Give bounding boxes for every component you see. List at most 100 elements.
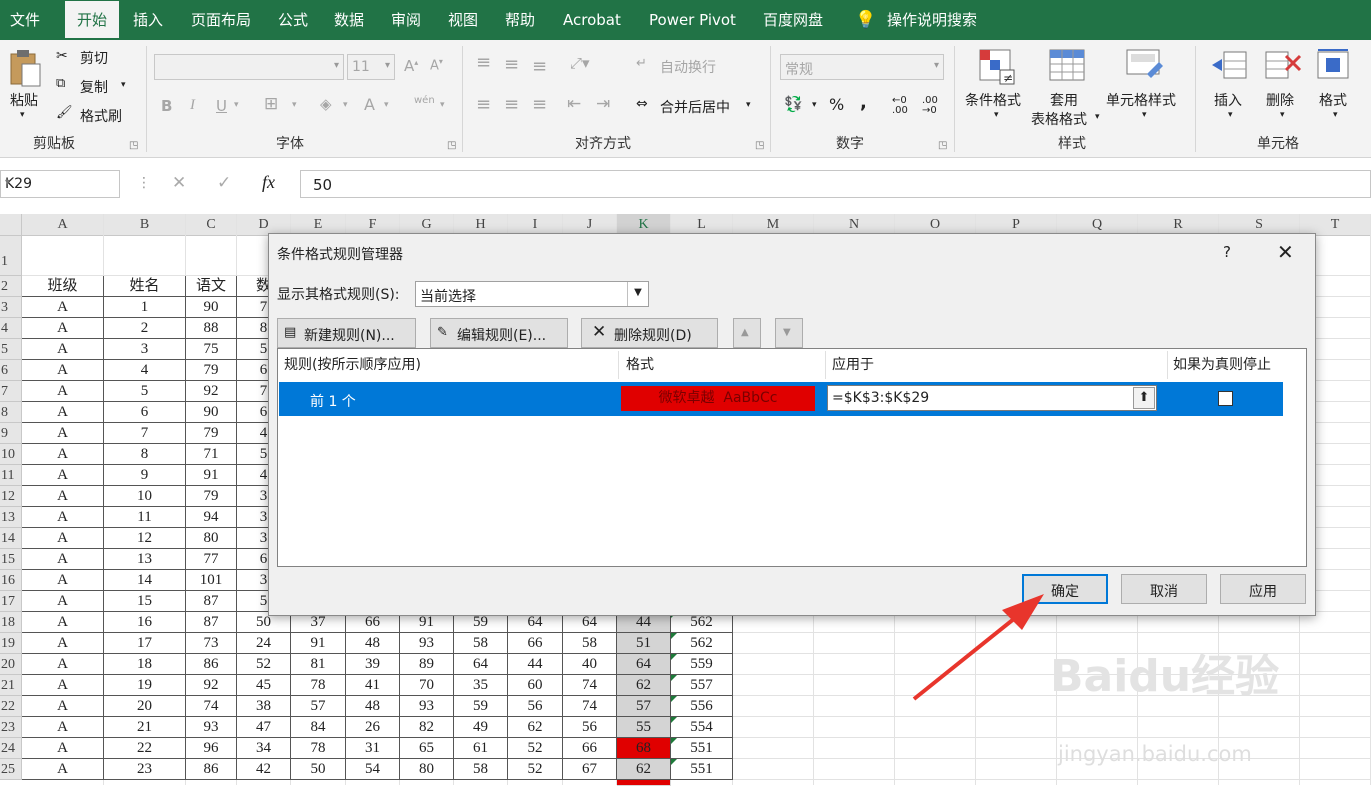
row-header[interactable]: 8 xyxy=(0,402,22,423)
align-middle-icon[interactable]: ≡ xyxy=(504,54,519,75)
tab-view[interactable]: 视图 xyxy=(448,0,478,40)
cell[interactable]: 21 xyxy=(104,717,186,738)
increase-decimal-icon[interactable]: ←0.00 xyxy=(892,96,908,116)
cell[interactable]: 56 xyxy=(508,696,563,717)
cell[interactable]: 78 xyxy=(291,675,346,696)
row-header[interactable]: 16 xyxy=(0,570,22,591)
tab-formulas[interactable]: 公式 xyxy=(278,0,308,40)
italic-button[interactable]: I xyxy=(190,97,195,114)
row-header[interactable]: 3 xyxy=(0,297,22,318)
row-header[interactable]: 17 xyxy=(0,591,22,612)
cell[interactable]: A xyxy=(22,507,104,528)
cell[interactable]: 78 xyxy=(291,738,346,759)
tab-page-layout[interactable]: 页面布局 xyxy=(191,0,251,40)
cell[interactable]: 70 xyxy=(400,675,454,696)
format-cells-button[interactable]: 格式 xyxy=(1319,90,1347,110)
number-launcher-icon[interactable]: ◳ xyxy=(938,140,947,151)
cell[interactable]: 20 xyxy=(104,696,186,717)
stop-if-true-checkbox[interactable] xyxy=(1218,391,1233,406)
cell[interactable]: 90 xyxy=(186,402,237,423)
cell[interactable]: A xyxy=(22,675,104,696)
cell[interactable]: 3 xyxy=(104,339,186,360)
cell[interactable]: 18 xyxy=(104,654,186,675)
row-header[interactable]: 15 xyxy=(0,549,22,570)
cell[interactable]: 79 xyxy=(186,360,237,381)
cell[interactable]: 94 xyxy=(186,507,237,528)
select-all-corner[interactable] xyxy=(0,214,22,236)
cell[interactable]: A xyxy=(22,717,104,738)
underline-button[interactable]: U xyxy=(216,97,227,115)
bold-button[interactable]: B xyxy=(161,97,172,115)
move-up-button[interactable]: ▲ xyxy=(733,318,761,348)
cell[interactable]: 1 xyxy=(104,297,186,318)
header-cell[interactable]: 语文 xyxy=(186,276,237,297)
align-left-icon[interactable]: ≡ xyxy=(476,94,491,115)
cell[interactable]: 57 xyxy=(617,696,671,717)
tab-home[interactable]: 开始 xyxy=(65,1,119,40)
cell[interactable]: A xyxy=(22,318,104,339)
cell[interactable]: 57 xyxy=(291,696,346,717)
cell-styles-button[interactable]: 单元格样式 xyxy=(1106,90,1176,110)
cell[interactable]: A xyxy=(22,423,104,444)
cell[interactable]: A xyxy=(22,591,104,612)
cell[interactable]: 90 xyxy=(186,297,237,318)
row-header[interactable]: 21 xyxy=(0,675,22,696)
row-header[interactable]: 12 xyxy=(0,486,22,507)
header-cell[interactable]: 班级 xyxy=(22,276,104,297)
font-color-chevron-icon[interactable]: ▾ xyxy=(384,100,389,110)
cell[interactable]: 91 xyxy=(186,465,237,486)
cell[interactable]: 26 xyxy=(346,717,400,738)
tab-help[interactable]: 帮助 xyxy=(505,0,535,40)
cell[interactable]: 562 xyxy=(671,633,733,654)
cell[interactable]: 6 xyxy=(104,402,186,423)
cell[interactable]: A xyxy=(22,381,104,402)
tab-insert[interactable]: 插入 xyxy=(133,0,163,40)
fill-chevron-icon[interactable]: ▾ xyxy=(343,100,348,110)
row-header[interactable]: 20 xyxy=(0,654,22,675)
cell[interactable]: 52 xyxy=(508,738,563,759)
row-header[interactable]: 13 xyxy=(0,507,22,528)
cell[interactable]: 62 xyxy=(617,675,671,696)
tell-me-search[interactable]: 操作说明搜索 xyxy=(887,0,977,40)
cell[interactable]: 42 xyxy=(237,759,291,780)
cell[interactable]: 96 xyxy=(186,738,237,759)
cell[interactable]: 52 xyxy=(508,759,563,780)
collapse-range-icon[interactable]: ⬆ xyxy=(1133,387,1155,409)
cell[interactable]: A xyxy=(22,654,104,675)
cell[interactable]: 5 xyxy=(104,381,186,402)
cell[interactable]: 93 xyxy=(186,717,237,738)
font-size-combo[interactable]: 11 ▾ xyxy=(347,54,395,80)
cell[interactable]: 54 xyxy=(346,759,400,780)
tab-file[interactable]: 文件 xyxy=(10,0,40,40)
cell[interactable]: 55 xyxy=(617,717,671,738)
insert-function-button[interactable]: fx xyxy=(262,172,275,193)
cell[interactable]: A xyxy=(22,633,104,654)
cell[interactable]: 4 xyxy=(104,360,186,381)
merge-center-button[interactable]: 合并后居中 xyxy=(660,97,730,117)
paste-chevron-icon[interactable]: ▾ xyxy=(20,110,25,120)
row-header[interactable]: 7 xyxy=(0,381,22,402)
cell[interactable]: 39 xyxy=(346,654,400,675)
cell[interactable]: 51 xyxy=(617,633,671,654)
alignment-launcher-icon[interactable]: ◳ xyxy=(755,140,764,151)
cell[interactable]: 89 xyxy=(400,654,454,675)
cell[interactable]: 64 xyxy=(617,654,671,675)
cell[interactable]: 557 xyxy=(671,675,733,696)
cell[interactable]: 91 xyxy=(291,633,346,654)
cell[interactable]: 62 xyxy=(508,717,563,738)
row-header[interactable]: 1 xyxy=(0,236,22,276)
cell[interactable]: A xyxy=(22,549,104,570)
cell[interactable]: 31 xyxy=(346,738,400,759)
cell[interactable]: 58 xyxy=(454,759,508,780)
align-bottom-icon[interactable]: ≡ xyxy=(532,56,547,77)
cell[interactable]: A xyxy=(22,696,104,717)
cell[interactable]: 74 xyxy=(186,696,237,717)
cell[interactable]: 86 xyxy=(186,654,237,675)
cell[interactable]: 23 xyxy=(104,759,186,780)
formula-input[interactable]: 50 xyxy=(300,170,1371,198)
cell[interactable]: A xyxy=(22,486,104,507)
cell[interactable]: A xyxy=(22,570,104,591)
rule-row-selected[interactable]: 前 1 个 微软卓越 AaBbCc =$K$3:$K$29 ⬆ xyxy=(279,382,1283,416)
column-header-a[interactable]: A xyxy=(22,214,104,236)
phonetic-button[interactable]: wén xyxy=(414,95,435,106)
